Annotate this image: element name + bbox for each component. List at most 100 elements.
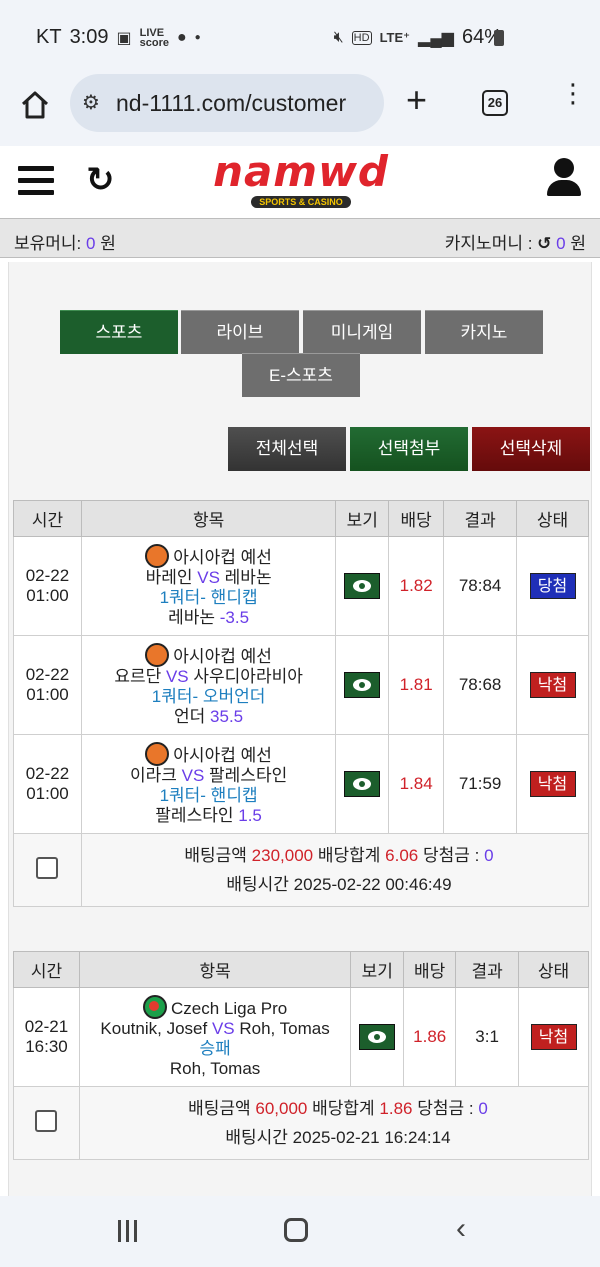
slip-summary: 배팅금액 230,000 배당합계 6.06 당첨금 : 0 배팅시간 2025… — [80, 833, 590, 907]
total-odds: 1.86 — [379, 1099, 413, 1118]
table-row: 02-22 01:00 아시아컵 예선 요르단 VS 사우디아라비아 1쿼터- 오… — [13, 635, 589, 735]
bet-slip-table: 시간 항목 보기 배당 결과 상태 02-21 16:30 Czech Liga … — [13, 951, 590, 1160]
tab-switcher-button[interactable]: 26 — [482, 90, 508, 116]
view-eye-icon[interactable] — [359, 1024, 396, 1050]
site-logo[interactable]: namwd SPORTS & CASINO — [208, 151, 394, 210]
user-icon[interactable] — [546, 158, 582, 198]
slip-checkbox[interactable] — [36, 856, 59, 879]
col-header-time: 시간 — [13, 500, 82, 537]
basketball-icon — [145, 544, 170, 568]
away-team: 사우디아라비아 — [193, 667, 303, 686]
col-header-result: 결과 — [455, 951, 520, 988]
select-all-button[interactable]: 전체선택 — [228, 427, 346, 471]
market-type: 1쿼터- 오버언더 — [151, 687, 266, 706]
match-time: 02-21 16:30 — [13, 987, 80, 1087]
address-bar[interactable]: ⚙︎ nd-1111.com/customer — [70, 74, 384, 132]
casino-money: 카지노머니 : ↺ 0 원 — [445, 229, 586, 254]
hold-money-label: 보유머니: — [14, 234, 82, 253]
odds-value: 1.84 — [388, 734, 445, 834]
bet-time: 2025-02-21 16:24:14 — [292, 1128, 451, 1147]
slip-summary-row: 배팅금액 230,000 배당합계 6.06 당첨금 : 0 배팅시간 2025… — [13, 833, 590, 907]
site-settings-icon[interactable]: ⚙︎ — [82, 90, 100, 115]
match-info: Czech Liga Pro Koutnik, Josef VS Roh, To… — [78, 987, 352, 1087]
status-bar: KT 3:09 ▣ LIVE score ● ● 🔇︎ HD LTE⁺ ▂▄▆ 6… — [0, 0, 600, 74]
view-eye-icon[interactable] — [344, 573, 381, 599]
col-header-item: 항목 — [78, 951, 352, 988]
away-team: 팔레스타인 — [209, 766, 288, 785]
home-icon[interactable] — [18, 88, 52, 122]
away-team: 레바논 — [224, 568, 272, 587]
url-text[interactable]: nd-1111.com/customer — [116, 90, 378, 117]
odds-value: 1.82 — [388, 536, 445, 636]
status-badge: 낙첨 — [529, 672, 576, 698]
tab-minigame[interactable]: 미니게임 — [303, 310, 421, 354]
tab-esports[interactable]: E-스포츠 — [242, 353, 360, 397]
win-amount: 0 — [478, 1099, 488, 1118]
total-odds: 6.06 — [385, 846, 419, 865]
pick-value: 35.5 — [210, 707, 244, 726]
league-name: 아시아컵 예선 — [173, 746, 272, 765]
view-eye-icon[interactable] — [344, 672, 381, 698]
hold-money: 보유머니: 0 원 — [14, 229, 116, 254]
logo-subtitle: SPORTS & CASINO — [251, 196, 351, 208]
col-header-item: 항목 — [80, 500, 337, 537]
image-icon: ▣ — [116, 29, 132, 47]
bet-time: 2025-02-22 00:46:49 — [293, 875, 452, 894]
pick-value: -3.5 — [219, 608, 250, 627]
status-badge: 낙첨 — [530, 1024, 577, 1050]
casino-money-label: 카지노머니 : — [444, 234, 533, 253]
market-type: 1쿼터- 핸디캡 — [159, 786, 258, 805]
new-tab-icon[interactable]: + — [406, 82, 427, 118]
more-menu-icon[interactable]: ⋮ — [560, 80, 586, 106]
basketball-icon — [145, 742, 170, 766]
money-bar: 보유머니: 0 원 카지노머니 : ↺ 0 원 — [0, 218, 600, 258]
result-score: 78:84 — [443, 536, 518, 636]
carrier-label: KT — [36, 26, 62, 48]
col-header-odds: 배당 — [388, 500, 445, 537]
bet-amount: 60,000 — [255, 1099, 308, 1118]
league-name: 아시아컵 예선 — [173, 548, 272, 567]
basketball-icon — [145, 643, 170, 667]
result-score: 78:68 — [443, 635, 518, 735]
recent-apps-icon[interactable] — [118, 1220, 142, 1242]
status-badge: 낙첨 — [529, 771, 576, 797]
match-time: 02-22 01:00 — [13, 734, 82, 834]
odds-value: 1.81 — [388, 635, 445, 735]
slip-checkbox[interactable] — [35, 1109, 58, 1132]
result-score: 71:59 — [443, 734, 518, 834]
pick-name: 팔레스타인 — [155, 806, 234, 825]
attach-selected-button[interactable]: 선택첨부 — [350, 427, 468, 471]
table-row: 02-22 01:00 아시아컵 예선 바레인 VS 레바논 1쿼터- 핸디캡 레… — [13, 536, 589, 636]
back-icon[interactable]: ‹ — [456, 1212, 466, 1246]
odds-value: 1.86 — [403, 987, 457, 1087]
table-header-row: 시간 항목 보기 배당 결과 상태 — [13, 951, 589, 988]
bet-slip-table: 시간 항목 보기 배당 결과 상태 02-22 01:00 아시아컵 예선 바레인… — [13, 500, 590, 907]
delete-selected-button[interactable]: 선택삭제 — [472, 427, 590, 471]
casino-money-unit: 원 — [570, 234, 586, 253]
home-team: Koutnik, Josef — [100, 1019, 208, 1038]
tab-live[interactable]: 라이브 — [181, 310, 299, 354]
hold-money-unit: 원 — [100, 234, 116, 253]
tab-sports[interactable]: 스포츠 — [60, 310, 178, 354]
away-team: Roh, Tomas — [239, 1019, 330, 1038]
home-team: 이라크 — [129, 766, 177, 785]
home-nav-icon[interactable] — [284, 1218, 308, 1242]
menu-icon[interactable] — [18, 166, 54, 196]
refresh-icon[interactable]: ↻ — [86, 160, 115, 200]
site-header: ↻ namwd SPORTS & CASINO — [0, 146, 600, 218]
pick-name: 언더 — [174, 707, 206, 726]
tab-casino[interactable]: 카지노 — [425, 310, 543, 354]
casino-refresh-icon[interactable]: ↺ — [537, 234, 551, 253]
col-header-status: 상태 — [518, 951, 589, 988]
match-time: 02-22 01:00 — [13, 635, 82, 735]
slip-summary-row: 배팅금액 60,000 배당합계 1.86 당첨금 : 0 배팅시간 2025-… — [13, 1086, 590, 1160]
pick-name: 레바논 — [168, 608, 216, 627]
signal-icon: ▂▄▆ — [418, 29, 454, 47]
bet-history-panel: 스포츠 라이브 미니게임 카지노 E-스포츠 전체선택 선택첨부 선택삭제 시간… — [8, 262, 592, 1196]
casino-money-value: 0 — [556, 234, 566, 253]
status-badge: 당첨 — [529, 573, 576, 599]
match-info: 아시아컵 예선 요르단 VS 사우디아라비아 1쿼터- 오버언더 언더 35.5 — [80, 635, 337, 735]
match-info: 아시아컵 예선 바레인 VS 레바논 1쿼터- 핸디캡 레바논 -3.5 — [80, 536, 337, 636]
view-eye-icon[interactable] — [344, 771, 381, 797]
col-header-time: 시간 — [13, 951, 80, 988]
